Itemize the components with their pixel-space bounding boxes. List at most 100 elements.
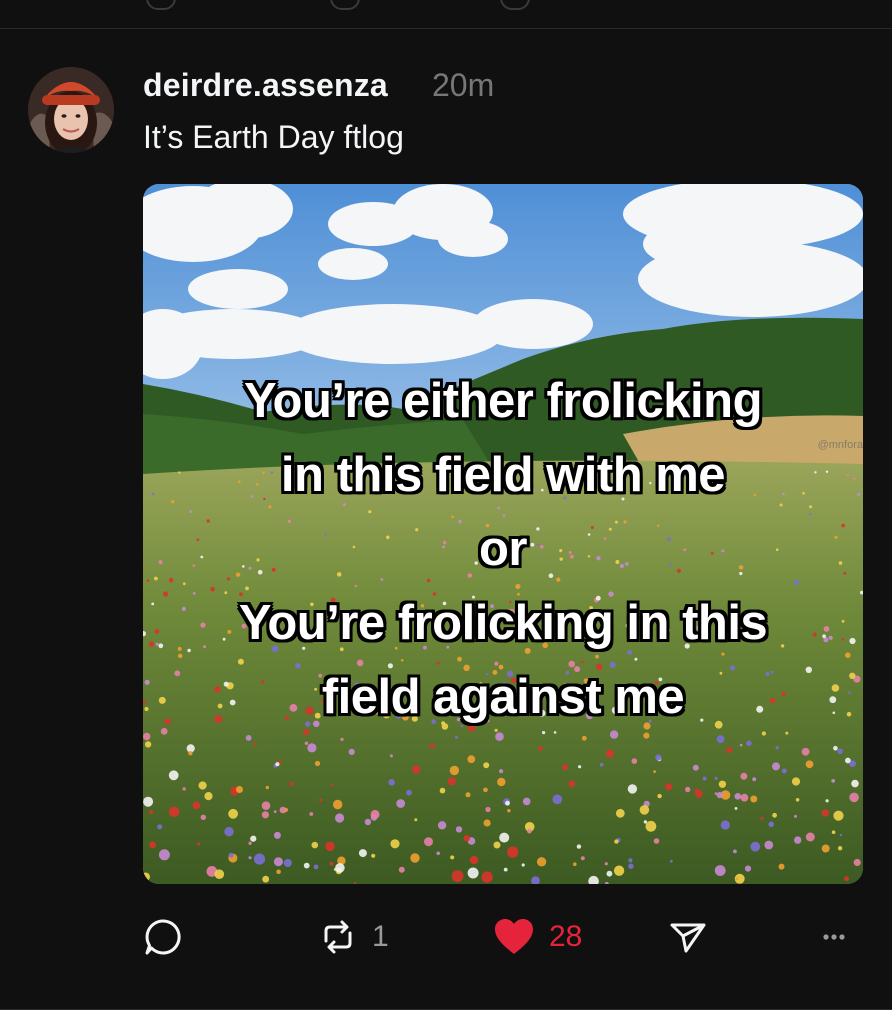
profile-photo-icon xyxy=(28,67,114,153)
flower-dot xyxy=(778,863,785,870)
image-watermark: @mnfora xyxy=(817,439,863,451)
flower-dot xyxy=(469,855,479,865)
speech-bubble-icon xyxy=(145,919,181,955)
flower-dot xyxy=(424,837,433,847)
more-options-button[interactable] xyxy=(820,909,850,965)
flower-dot xyxy=(481,871,493,883)
repost-button[interactable]: 1 xyxy=(318,909,389,965)
flower-dot xyxy=(499,832,510,843)
flower-dot xyxy=(692,764,699,771)
flower-dot xyxy=(390,839,400,849)
flower-dot xyxy=(455,826,463,833)
flower-dot xyxy=(772,762,780,771)
flower-dot xyxy=(330,783,334,787)
avatar[interactable] xyxy=(28,67,114,153)
flower-dot xyxy=(398,866,405,873)
flower-dot xyxy=(794,814,797,818)
flower-dot xyxy=(752,777,757,782)
flower-dot xyxy=(653,838,660,844)
post-text: It’s Earth Day ftlog xyxy=(143,119,404,155)
flower-dot xyxy=(279,806,287,814)
flower-dot xyxy=(655,754,662,761)
heart-icon xyxy=(495,919,533,954)
flower-dot xyxy=(307,743,317,753)
post-image[interactable]: You’re either frolicking in this field w… xyxy=(143,184,863,884)
flower-dot xyxy=(273,857,283,867)
flower-dot xyxy=(465,792,471,798)
flower-dot xyxy=(805,760,814,769)
flower-dot xyxy=(168,806,180,818)
flower-dot xyxy=(276,869,281,875)
flower-dot xyxy=(718,780,727,788)
flower-dot xyxy=(144,741,152,748)
flower-dot xyxy=(837,846,843,851)
flower-dot xyxy=(261,811,269,819)
flower-dot xyxy=(483,819,491,827)
flower-dot xyxy=(214,869,225,879)
flower-dot xyxy=(450,855,455,860)
username[interactable]: deirdre.assenza xyxy=(143,67,388,104)
flower-dot xyxy=(844,876,849,882)
flower-dot xyxy=(309,812,314,816)
flower-dot xyxy=(304,741,309,745)
flower-dot xyxy=(224,827,234,837)
flower-dot xyxy=(335,863,345,873)
flower-dot xyxy=(333,799,343,810)
flower-dot xyxy=(467,867,479,879)
flower-dot xyxy=(507,846,519,858)
flower-dot xyxy=(485,806,491,813)
flower-dot xyxy=(740,793,749,802)
flower-dot xyxy=(158,849,170,861)
flower-dot xyxy=(192,801,201,810)
flower-dot xyxy=(627,784,638,794)
flower-dot xyxy=(319,798,323,802)
like-button[interactable]: 28 xyxy=(493,909,582,965)
repost-icon xyxy=(324,920,352,954)
flower-dot xyxy=(449,765,460,776)
flower-dot xyxy=(188,751,193,756)
meme-line: You’re either frolicking xyxy=(243,374,763,428)
flower-dot xyxy=(795,798,800,802)
flower-dot xyxy=(740,772,748,780)
flower-dot xyxy=(313,864,319,870)
flower-dot xyxy=(791,777,801,786)
flower-dot xyxy=(437,821,447,830)
flower-dot xyxy=(157,824,163,830)
share-button[interactable] xyxy=(668,909,708,965)
flower-dot xyxy=(578,765,582,769)
flower-dot xyxy=(182,787,186,791)
flower-dot xyxy=(303,862,310,869)
flower-dot xyxy=(805,832,815,842)
flower-dot xyxy=(781,768,787,774)
flower-dot xyxy=(410,853,420,863)
flower-dot xyxy=(358,849,367,858)
flower-dot xyxy=(750,841,761,852)
flower-dot xyxy=(429,743,435,749)
flower-dot xyxy=(573,862,577,866)
flower-dot xyxy=(236,786,243,793)
flower-dot xyxy=(614,839,619,844)
flower-dot xyxy=(168,770,179,781)
reply-button[interactable] xyxy=(143,909,183,965)
flower-dot xyxy=(657,793,662,799)
flower-dot xyxy=(628,863,634,869)
flower-dot xyxy=(831,830,836,834)
flower-dot xyxy=(643,820,648,824)
flower-dot xyxy=(439,787,446,794)
flower-dot xyxy=(253,853,266,865)
flower-dot xyxy=(839,833,843,837)
flower-dot xyxy=(499,769,504,774)
flower-dot xyxy=(831,779,836,783)
flower-dot xyxy=(568,780,576,788)
like-count: 28 xyxy=(549,920,583,953)
flower-dot xyxy=(833,745,838,751)
flower-dot xyxy=(253,742,257,746)
flower-dot xyxy=(739,743,743,747)
flower-dot xyxy=(726,747,733,753)
flower-dot xyxy=(851,779,859,788)
flower-dot xyxy=(370,809,380,819)
flower-dot xyxy=(388,779,395,786)
flower-dot xyxy=(245,735,252,741)
flower-dot xyxy=(149,810,154,815)
flower-dot xyxy=(734,807,738,810)
